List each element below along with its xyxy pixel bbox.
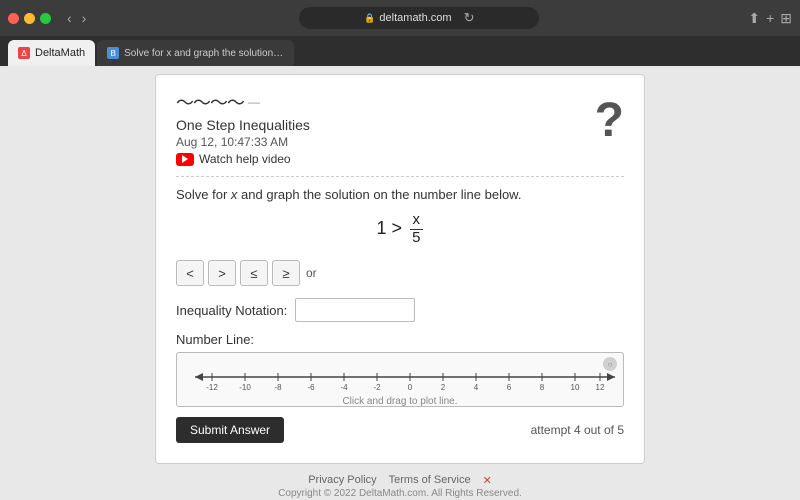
- problem-date: Aug 12, 10:47:33 AM: [176, 135, 310, 149]
- click-drag-hint: Click and drag to plot line.: [185, 396, 615, 407]
- forward-button[interactable]: ›: [78, 8, 91, 28]
- svg-text:12: 12: [596, 383, 605, 391]
- variable-x: x: [231, 187, 238, 202]
- number-line-box[interactable]: ○ -12 -10 -: [176, 352, 624, 407]
- deltamath-favicon: Δ: [18, 47, 30, 59]
- tab2-label: Solve for x and graph the solution on th…: [124, 48, 284, 59]
- number-line-svg-element[interactable]: -12 -10 -8 -6 -4 -2: [185, 363, 625, 391]
- svg-text:10: 10: [571, 383, 580, 391]
- tab-deltamath[interactable]: Δ DeltaMath: [8, 40, 95, 66]
- traffic-lights: [8, 13, 51, 24]
- main-card: 〜〜〜〜 — One Step Inequalities Aug 12, 10:…: [155, 74, 645, 464]
- footer-copyright: Copyright © 2022 DeltaMath.com. All Righ…: [278, 488, 522, 499]
- watch-help-link[interactable]: Watch help video: [176, 152, 310, 166]
- svg-text:-12: -12: [206, 383, 218, 391]
- youtube-icon: [176, 153, 194, 166]
- submit-row: Submit Answer attempt 4 out of 5: [176, 417, 624, 443]
- operator-buttons-group: < > ≤ ≥ or: [176, 260, 624, 286]
- card-header: 〜〜〜〜 — One Step Inequalities Aug 12, 10:…: [176, 89, 624, 166]
- svg-text:-4: -4: [340, 383, 348, 391]
- address-bar[interactable]: 🔒 deltamath.com ↻: [299, 7, 539, 29]
- fraction-denominator: 5: [409, 230, 423, 247]
- tab-bar: Δ DeltaMath B Solve for x and graph the …: [0, 36, 800, 66]
- page-footer: Privacy Policy Terms of Service ✕ Copyri…: [0, 472, 800, 500]
- or-label: or: [306, 266, 317, 280]
- inequality-notation-input[interactable]: [295, 298, 415, 322]
- svg-text:-10: -10: [239, 383, 251, 391]
- equation-left: 1 >: [377, 218, 403, 238]
- number-line-label: Number Line:: [176, 332, 624, 347]
- problem-instruction: Solve for x and graph the solution on th…: [176, 187, 624, 202]
- new-tab-icon[interactable]: +: [766, 10, 774, 27]
- browser-chrome: ‹ › 🔒 deltamath.com ↻ ⬆ + ⊞: [0, 0, 800, 36]
- reload-icon[interactable]: ↻: [464, 10, 475, 26]
- logo-area: 〜〜〜〜 —: [176, 89, 310, 115]
- watch-help-label: Watch help video: [199, 152, 291, 166]
- help-question-mark[interactable]: ?: [595, 93, 624, 148]
- footer-links: Privacy Policy Terms of Service ✕: [308, 474, 492, 487]
- greater-than-button[interactable]: >: [208, 260, 236, 286]
- less-than-equal-button[interactable]: ≤: [240, 260, 268, 286]
- share-icon[interactable]: ⬆: [748, 10, 760, 27]
- close-icon[interactable]: ✕: [483, 474, 492, 487]
- terms-of-service-link[interactable]: Terms of Service: [389, 474, 471, 487]
- svg-text:2: 2: [441, 383, 446, 391]
- lock-icon: 🔒: [364, 13, 375, 24]
- svg-text:6: 6: [507, 383, 512, 391]
- logo-dash: —: [248, 95, 260, 109]
- nav-arrows: ‹ ›: [63, 8, 90, 28]
- drag-hint-circle: ○: [603, 357, 617, 371]
- minimize-button[interactable]: [24, 13, 35, 24]
- page-background: 〜〜〜〜 — One Step Inequalities Aug 12, 10:…: [0, 66, 800, 472]
- instruction-text: and graph the solution on the number lin…: [241, 187, 521, 202]
- tab-brainly[interactable]: B Solve for x and graph the solution on …: [97, 40, 294, 66]
- close-button[interactable]: [8, 13, 19, 24]
- tab1-label: DeltaMath: [35, 47, 85, 59]
- attempt-count: attempt 4 out of 5: [531, 423, 624, 437]
- back-button[interactable]: ‹: [63, 8, 76, 28]
- number-line-svg: -12 -10 -8 -6 -4 -2: [185, 363, 615, 394]
- inequality-notation-row: Inequality Notation:: [176, 298, 624, 322]
- svg-text:0: 0: [408, 383, 413, 391]
- svg-text:-6: -6: [307, 383, 315, 391]
- equation-fraction: x 5: [409, 212, 423, 246]
- svg-text:4: 4: [474, 383, 479, 391]
- svg-text:-8: -8: [274, 383, 282, 391]
- maximize-button[interactable]: [40, 13, 51, 24]
- url-text: deltamath.com: [379, 12, 451, 24]
- less-than-button[interactable]: <: [176, 260, 204, 286]
- browser-actions: ⬆ + ⊞: [748, 10, 792, 27]
- svg-text:-2: -2: [373, 383, 381, 391]
- header-left: 〜〜〜〜 — One Step Inequalities Aug 12, 10:…: [176, 89, 310, 166]
- fraction-numerator: x: [410, 212, 424, 230]
- brainly-favicon: B: [107, 47, 119, 59]
- grid-icon[interactable]: ⊞: [780, 10, 792, 27]
- greater-than-equal-button[interactable]: ≥: [272, 260, 300, 286]
- logo-squiggle: 〜〜〜〜: [176, 89, 244, 115]
- privacy-policy-link[interactable]: Privacy Policy: [308, 474, 376, 487]
- svg-text:8: 8: [540, 383, 545, 391]
- header-divider: [176, 176, 624, 177]
- inequality-notation-label: Inequality Notation:: [176, 303, 287, 318]
- submit-answer-button[interactable]: Submit Answer: [176, 417, 284, 443]
- problem-title: One Step Inequalities: [176, 117, 310, 133]
- play-icon: [182, 155, 188, 163]
- equation-display: 1 > x 5: [176, 212, 624, 246]
- address-bar-area: 🔒 deltamath.com ↻: [96, 7, 742, 29]
